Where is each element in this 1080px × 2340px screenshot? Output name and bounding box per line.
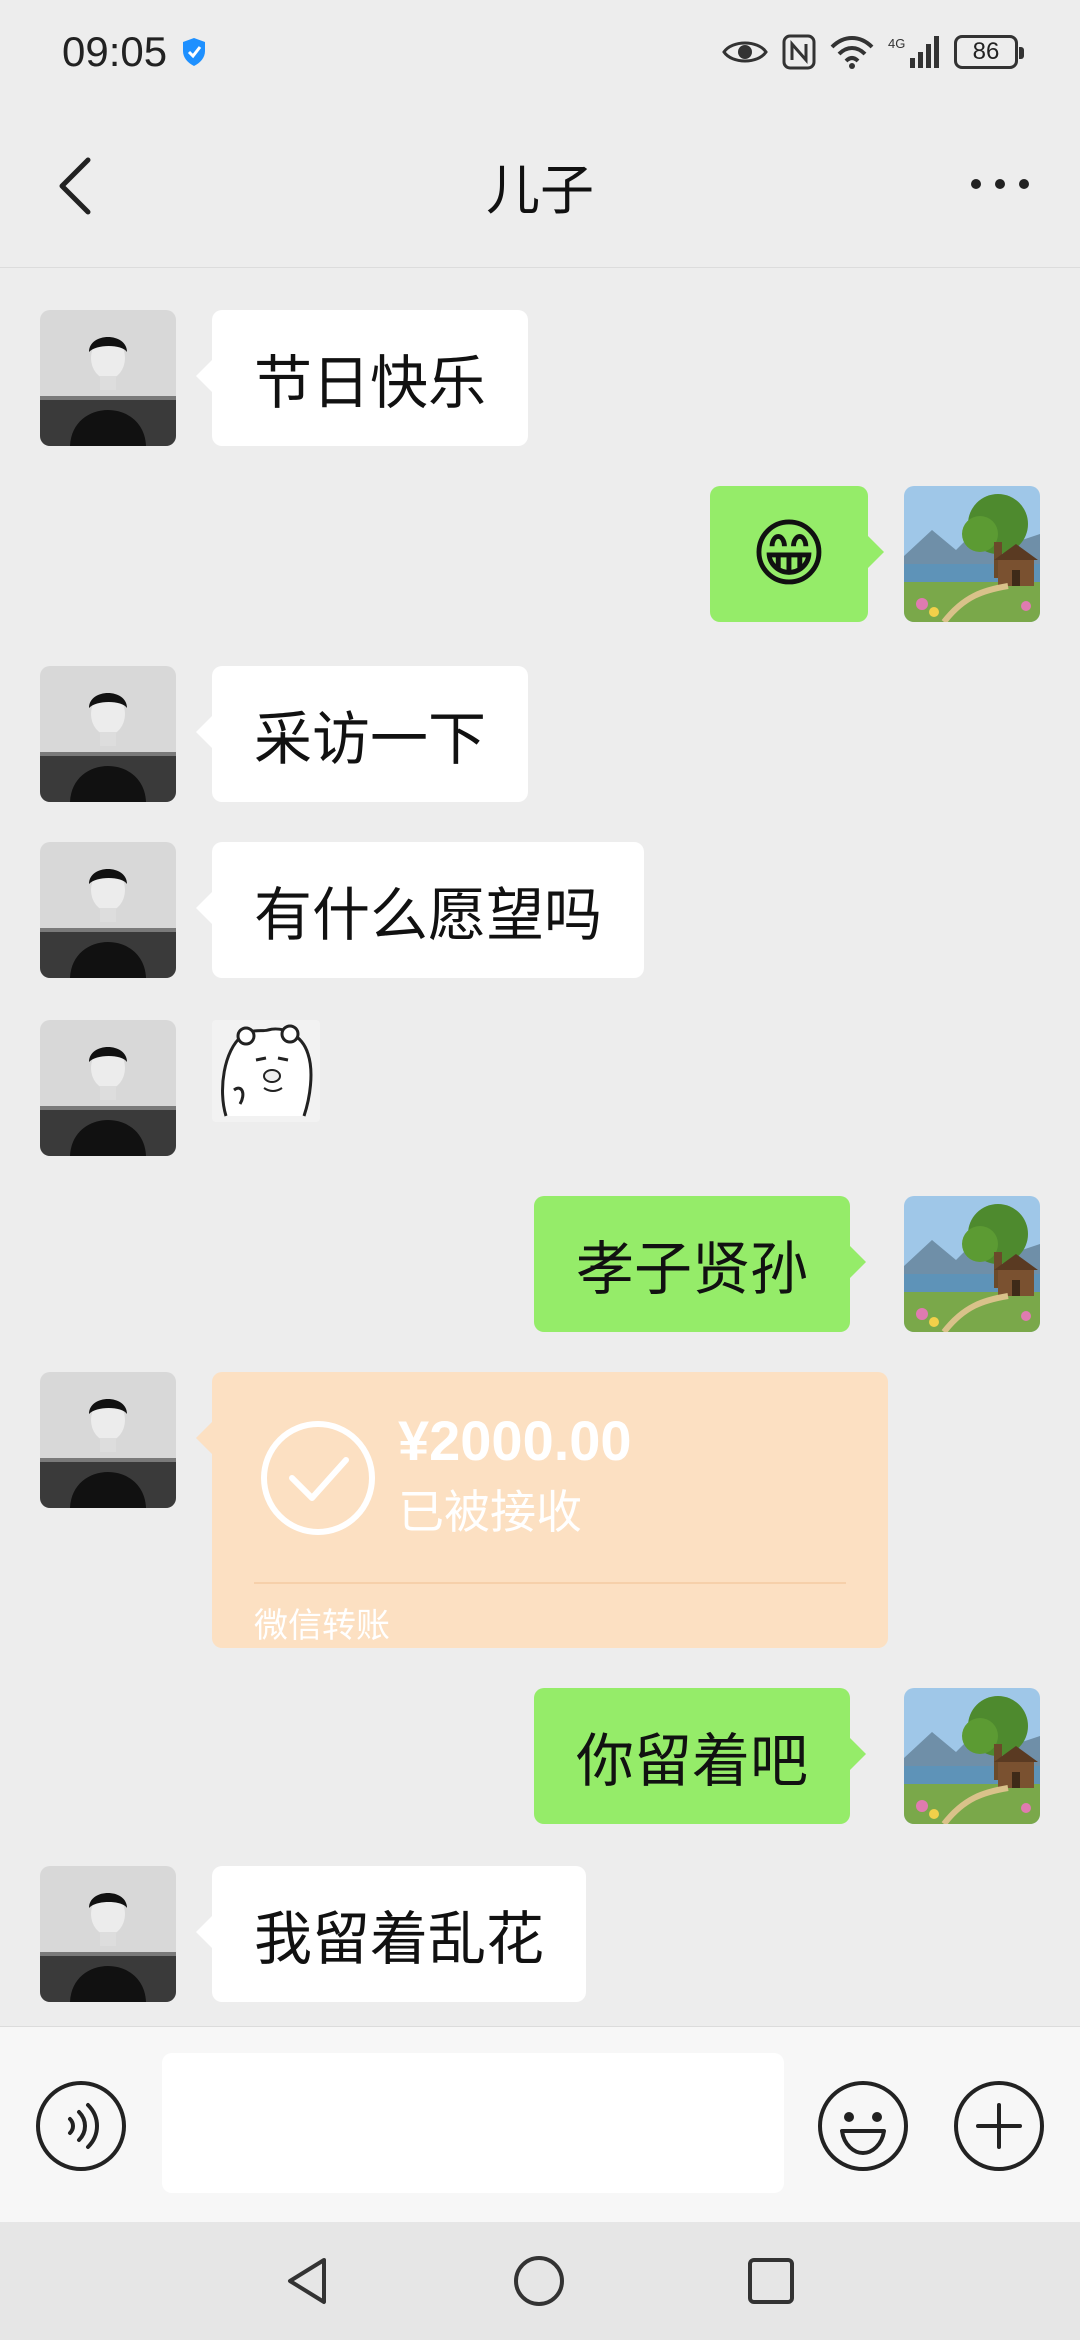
message-text: 我留着乱花 [254, 1905, 545, 1973]
system-recent-apps-icon[interactable] [742, 2252, 800, 2310]
message-bubble-received[interactable]: 采访一下 [195, 666, 529, 802]
wifi-icon [830, 36, 874, 69]
status-left: 09:05 [62, 28, 207, 76]
message-input[interactable] [162, 2053, 784, 2193]
bear-sticker-icon [221, 1024, 313, 1117]
input-bar [0, 2026, 1080, 2222]
system-navigation-bar [0, 2222, 1080, 2340]
bear-sticker[interactable] [212, 1020, 320, 1122]
transfer-footer-label: 微信转账 [254, 1606, 390, 1646]
son-avatar[interactable] [40, 1020, 176, 1156]
message-bubble-received[interactable]: 我留着乱花 [195, 1866, 587, 2002]
my-avatar[interactable] [904, 1688, 1040, 1824]
nfc-icon [782, 34, 816, 70]
more-dots-icon[interactable] [964, 160, 1036, 208]
chat-message-list[interactable]: 节日快乐 😁 采访一下 有什么愿望吗 孝子贤孙 ¥2000.00 已被接收 微信… [0, 268, 1080, 2026]
message-bubble-sent[interactable]: 你留着吧 [534, 1688, 867, 1824]
svg-text:4G: 4G [888, 36, 905, 51]
chat-header: 儿子 [0, 104, 1080, 268]
message-bubble-sent[interactable]: 孝子贤孙 [534, 1196, 867, 1332]
check-circle-icon [261, 1421, 375, 1535]
message-text: 有什么愿望吗 [254, 881, 603, 949]
grinning-emoji-icon: 😁 [750, 511, 828, 597]
status-time: 09:05 [62, 28, 168, 75]
status-bar: 09:05 4G 86 [0, 0, 1080, 104]
message-bubble-received[interactable]: 有什么愿望吗 [195, 842, 645, 978]
son-avatar[interactable] [40, 1372, 176, 1508]
shield-icon [183, 38, 206, 66]
signal-icon: 4G [888, 36, 939, 68]
battery-level: 86 [972, 38, 1000, 65]
my-avatar[interactable] [904, 486, 1040, 622]
message-text: 节日快乐 [254, 349, 487, 417]
transfer-status: 已被接收 [398, 1485, 582, 1539]
chat-title: 儿子 [486, 159, 594, 222]
voice-icon[interactable] [34, 2079, 128, 2173]
eye-icon [722, 41, 768, 63]
emoji-icon[interactable] [816, 2079, 910, 2173]
message-text: 你留着吧 [576, 1727, 809, 1795]
message-text: 孝子贤孙 [576, 1235, 809, 1303]
message-bubble-sent[interactable]: 😁 [710, 486, 884, 622]
divider [254, 1582, 846, 1584]
son-avatar[interactable] [40, 310, 176, 446]
system-back-icon[interactable] [280, 2252, 338, 2310]
son-avatar[interactable] [40, 1866, 176, 2002]
son-avatar[interactable] [40, 842, 176, 978]
wechat-transfer-card[interactable]: ¥2000.00 已被接收 微信转账 [196, 1372, 888, 1648]
transfer-amount: ¥2000.00 [398, 1409, 632, 1472]
message-text: 采访一下 [254, 705, 487, 773]
my-avatar[interactable] [904, 1196, 1040, 1332]
status-right: 4G 86 [722, 34, 1024, 70]
son-avatar[interactable] [40, 666, 176, 802]
plus-icon[interactable] [952, 2079, 1046, 2173]
battery-indicator: 86 [954, 35, 1024, 69]
message-bubble-received[interactable]: 节日快乐 [195, 310, 529, 446]
system-home-icon[interactable] [510, 2252, 568, 2310]
